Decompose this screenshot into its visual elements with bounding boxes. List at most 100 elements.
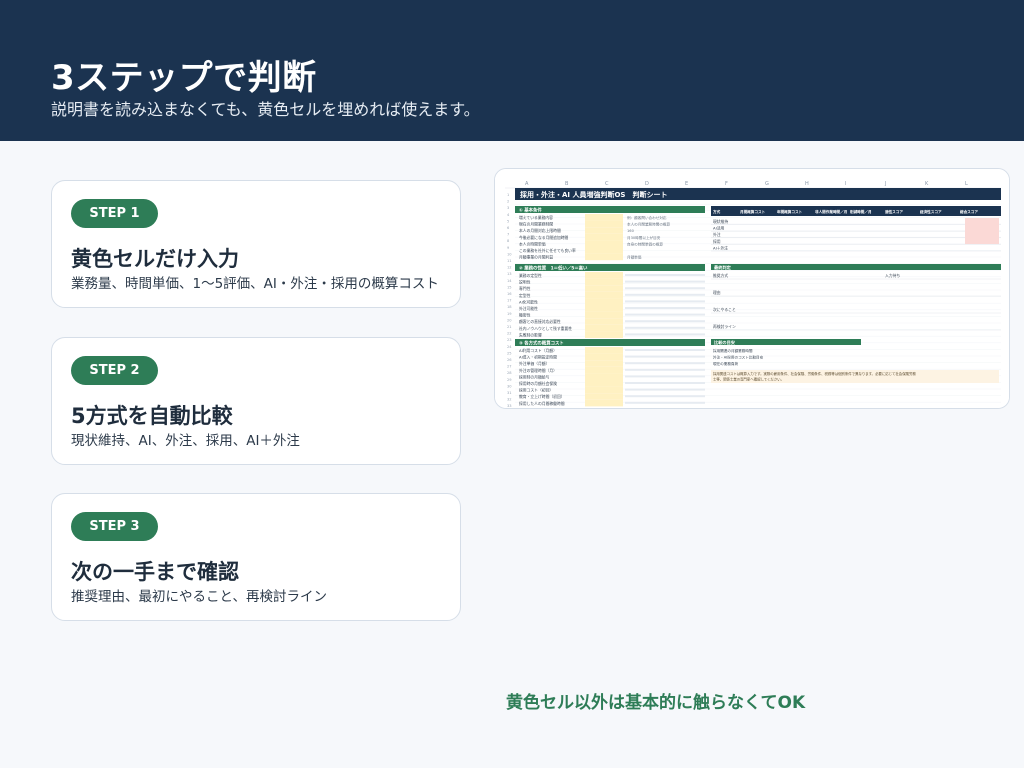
step-description: 推奨理由、最初にやること、再検討ライン [71,589,327,605]
input-cell [585,324,623,332]
compare-header: 年間概算コスト [777,209,803,214]
row-label: 機密性 [519,313,531,318]
input-cell [585,240,623,247]
section-title: ③ 各方式の概算コスト [519,340,564,347]
input-cell [585,353,623,361]
row-number: 29 [507,378,512,382]
row-hint: 例：顧客問い合わせ対応 [627,215,667,220]
hint-line [625,307,705,309]
row-label: 業務の定型性 [519,273,542,278]
input-cell [585,285,623,292]
method-label: 採用 [713,239,721,244]
row-label: AI導入・初期設定時間 [519,355,557,360]
judge-label: 次にやること [713,307,736,312]
row-hint: 月額単価 [627,255,642,260]
row-label: 採用時の月額社会保険 [519,381,557,386]
hint-line [625,333,705,336]
input-cell [585,366,623,374]
method-label: 現状維持 [713,219,728,224]
row-label: 顧客との直接対応必要性 [519,319,561,324]
input-cell [585,318,623,325]
section-bar-judge [711,264,1001,270]
input-cell [585,214,623,221]
column-letter: L [965,181,968,187]
row-label: 本人の時間単価 [519,241,546,246]
page-header: 3ステップで判断 説明書を読み込まなくても、黄色セルを埋めれば使えます。 [0,0,1024,141]
hint-line [625,280,705,283]
judge-label: 再検討ライン [713,324,736,329]
row-label: 外注単価（月額） [519,361,549,366]
row-number: 11 [507,259,512,263]
section-title: ① 基本条件 [519,207,542,214]
row-number: 10 [507,252,512,256]
row-label: 現在の月間業務時間 [519,222,553,227]
row-number: 18 [507,305,512,309]
hint-line [625,293,705,296]
step-badge: STEP 2 [71,356,158,385]
section-bar-basic [515,206,705,213]
input-cell [585,393,623,400]
step-badge: STEP 3 [71,512,158,541]
row-number: 32 [507,398,512,402]
row-number: 23 [507,338,512,342]
section-title: ② 業務の性質 1＝低い／5＝高い [519,265,588,272]
hint-line [625,287,705,290]
input-cell [585,291,623,299]
row-number: 27 [507,365,512,369]
row-number: 25 [507,351,512,355]
column-letter: E [685,181,688,187]
row-number: 5 [507,219,509,223]
hint-line [625,401,705,404]
compare-header: 非人間作業時間／月 [815,209,848,214]
row-number: 13 [507,272,512,276]
page-title: 3ステップで判断 [51,58,317,98]
input-cell [585,311,623,319]
row-label: 採用した人の月間稼働時間 [519,401,565,406]
row-label: 外注可能性 [519,306,538,311]
row-number: 24 [507,345,512,349]
row-label: 本人の月間対応上限時間 [519,228,561,233]
input-cell [585,253,623,261]
input-cell [585,399,623,407]
row-hint: 本人の月間業務時間の概算 [627,222,671,227]
input-cell [585,278,623,286]
row-number: 2 [507,200,509,204]
row-number: 20 [507,318,512,322]
compare-header: 方式 [712,209,721,214]
input-cell [585,305,623,312]
hint-line [625,313,705,316]
row-number: 31 [507,391,512,395]
hint-line [625,355,705,358]
judge-label: 推奨方式 [713,273,728,278]
column-letter: A [525,181,529,187]
hint-line [625,388,705,391]
input-cell [585,272,623,279]
row-label: 教育・立上げ時間（初回） [519,394,565,399]
section-title: 比較の目安 [714,339,735,346]
row-label: 専門性 [519,286,531,291]
row-number: 17 [507,299,512,303]
spreadsheet-preview: A B C D E F G H I J K L 1 2 3 4 5 6 7 8 9 10 11 12 13 14 15 16 17 18 1… [494,168,1010,409]
input-cell [585,220,623,228]
input-cell [585,331,623,338]
row-number: 19 [507,312,512,316]
column-letter: B [565,181,569,187]
row-number: 16 [507,292,512,296]
row-hint: 月30時間以上が目安 [627,235,661,240]
row-number: 21 [507,325,512,329]
row-label: 採用時の月額給与 [519,374,550,379]
row-number: 14 [507,279,512,283]
step-title: 次の一手まで確認 [71,560,239,584]
hint-line [625,382,705,384]
hint-line [625,362,705,365]
method-label: 外注 [713,232,721,237]
row-label: AI利用コスト（月額） [519,348,557,353]
row-number: 33 [507,404,512,408]
sheet-title: 採用・外注・AI 人員増強判断OS 判断シート [520,190,667,199]
column-letter: I [845,181,846,187]
row-label: 今後必要になる月間追加時間 [519,235,569,240]
input-cell [585,360,623,367]
step-card-3: STEP 3 次の一手まで確認 推奨理由、最初にやること、再検討ライン [51,493,461,621]
step-description: 業務量、時間単価、1〜5評価、AI・外注・採用の概算コスト [71,276,439,292]
compare-guide-label: 現在の業務負荷 [713,361,739,366]
